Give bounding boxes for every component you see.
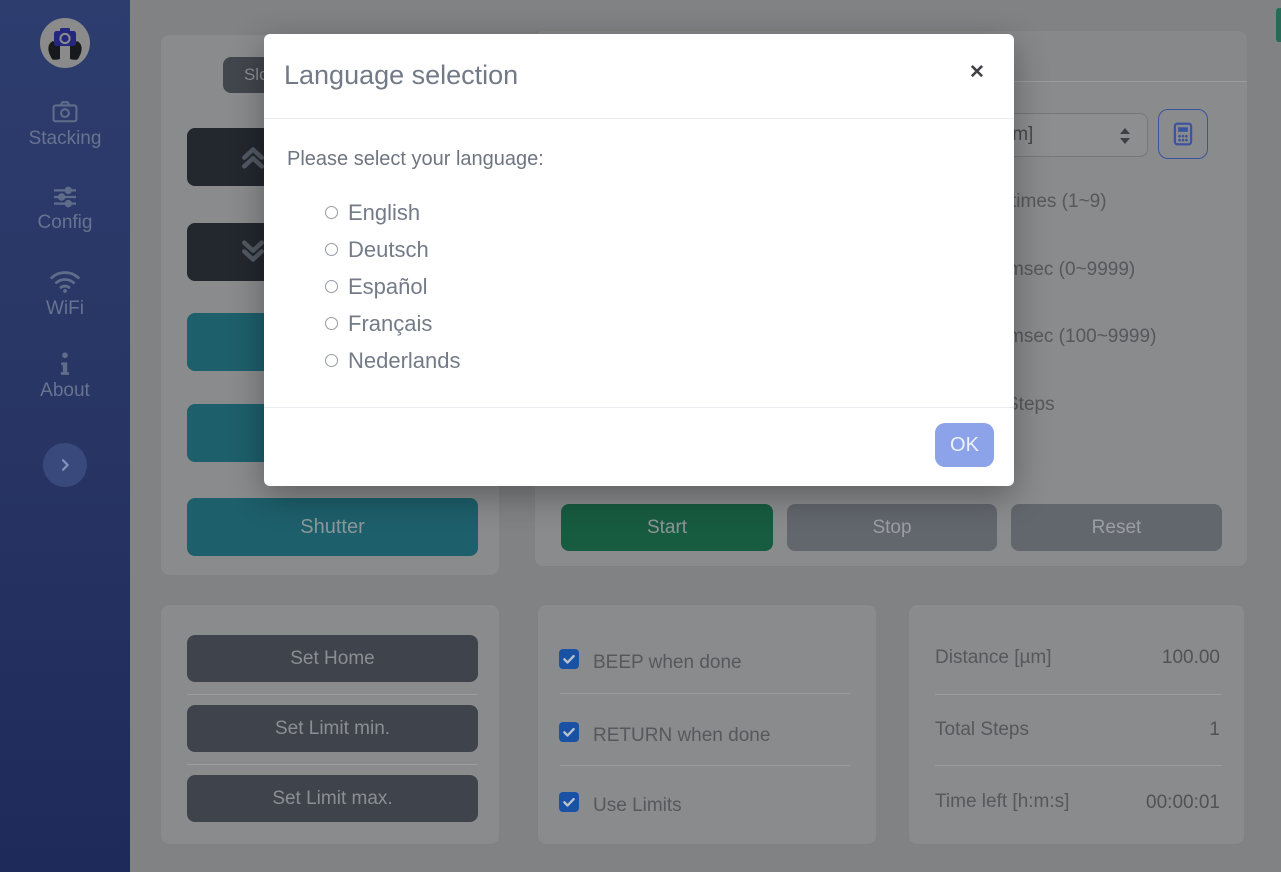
divider: [935, 765, 1222, 766]
stats-panel: Distance [µm] 100.00 Total Steps 1 Time …: [908, 604, 1245, 845]
divider: [187, 694, 478, 695]
time-left-value: 00:00:01: [1146, 792, 1220, 814]
sidebar-item-label: Stacking: [29, 128, 102, 149]
divider: [560, 693, 850, 694]
sliders-icon: [51, 186, 79, 208]
sidebar-item-config[interactable]: Config: [0, 186, 130, 234]
info-icon: [54, 352, 76, 376]
sidebar-item-stacking[interactable]: Stacking: [0, 100, 130, 150]
settle-suffix-label: msec (100~9999): [1008, 326, 1156, 348]
check-icon: [562, 725, 576, 739]
pause-suffix-label: msec (0~9999): [1008, 259, 1135, 281]
app-logo: [39, 17, 91, 69]
reset-button[interactable]: Reset: [1011, 504, 1222, 551]
start-button[interactable]: Start: [561, 504, 773, 551]
radio-nederlands-label[interactable]: Nederlands: [348, 348, 461, 374]
divider: [935, 694, 1222, 695]
sidebar-item-label: Config: [38, 212, 93, 233]
shutter-button[interactable]: Shutter: [187, 498, 478, 556]
set-limit-min-button[interactable]: Set Limit min.: [187, 705, 478, 752]
beep-label: BEEP when done: [593, 652, 742, 674]
total-steps-value: 1: [1209, 719, 1220, 741]
distance-value: 100.00: [1162, 647, 1220, 669]
sidebar-item-label: WiFi: [46, 298, 84, 319]
set-limit-max-button[interactable]: Set Limit max.: [187, 775, 478, 822]
radio-english-label[interactable]: English: [348, 200, 420, 226]
camera-in-hands-logo-icon: [39, 17, 91, 69]
return-checkbox[interactable]: [559, 722, 579, 742]
radio-nederlands[interactable]: [325, 354, 338, 367]
divider: [187, 764, 478, 765]
select-arrows-icon: [1117, 125, 1133, 147]
beep-checkbox[interactable]: [559, 649, 579, 669]
sidebar-item-wifi[interactable]: WiFi: [0, 268, 130, 320]
divider: [264, 118, 1014, 119]
set-home-button[interactable]: Set Home: [187, 635, 478, 682]
sidebar: Stacking Config WiFi About: [0, 0, 130, 872]
ok-button-label: OK: [950, 434, 979, 457]
limits-panel: Set Home Set Limit min. Set Limit max.: [160, 604, 500, 845]
return-label: RETURN when done: [593, 725, 770, 747]
divider: [560, 765, 850, 766]
radio-francais-label[interactable]: Français: [348, 311, 432, 337]
time-left-label: Time left [h:m:s]: [935, 791, 1069, 813]
status-badge: [1276, 8, 1281, 42]
radio-espanol-label[interactable]: Español: [348, 274, 428, 300]
calculator-icon: [1170, 121, 1196, 147]
ok-button[interactable]: OK: [935, 423, 994, 467]
chevron-right-icon: [57, 457, 73, 473]
dialog-title: Language selection: [284, 60, 518, 91]
sidebar-expand-button[interactable]: [43, 443, 87, 487]
use-limits-checkbox[interactable]: [559, 792, 579, 812]
shots-suffix-label: times (1~9): [1011, 191, 1107, 213]
set-home-label: Set Home: [290, 648, 374, 670]
radio-deutsch[interactable]: [325, 243, 338, 256]
distance-label: Distance [µm]: [935, 647, 1052, 669]
start-button-label: Start: [647, 517, 687, 539]
radio-deutsch-label[interactable]: Deutsch: [348, 237, 429, 263]
divider: [264, 407, 1014, 408]
radio-francais[interactable]: [325, 317, 338, 330]
radio-espanol[interactable]: [325, 280, 338, 293]
reset-button-label: Reset: [1092, 517, 1142, 539]
shutter-button-label: Shutter: [300, 516, 364, 539]
use-limits-label: Use Limits: [593, 795, 682, 817]
close-icon[interactable]: ✕: [969, 61, 985, 84]
radio-english[interactable]: [325, 206, 338, 219]
check-icon: [562, 652, 576, 666]
sidebar-item-about[interactable]: About: [0, 352, 130, 402]
app-root: Stacking Config WiFi About: [0, 0, 1281, 872]
options-panel: BEEP when done RETURN when done Use Limi…: [537, 604, 877, 845]
camera-icon: [51, 100, 79, 124]
set-limit-max-label: Set Limit max.: [272, 788, 392, 810]
set-limit-min-label: Set Limit min.: [275, 718, 390, 740]
stop-button-label: Stop: [872, 517, 911, 539]
language-selection-dialog: Language selection ✕ Please select your …: [264, 34, 1014, 486]
check-icon: [562, 795, 576, 809]
sidebar-item-label: About: [40, 380, 90, 401]
calculator-button[interactable]: [1158, 109, 1208, 159]
stop-button[interactable]: Stop: [787, 504, 997, 551]
wifi-icon: [49, 268, 81, 294]
dialog-prompt: Please select your language:: [287, 148, 544, 171]
total-steps-label: Total Steps: [935, 719, 1029, 741]
